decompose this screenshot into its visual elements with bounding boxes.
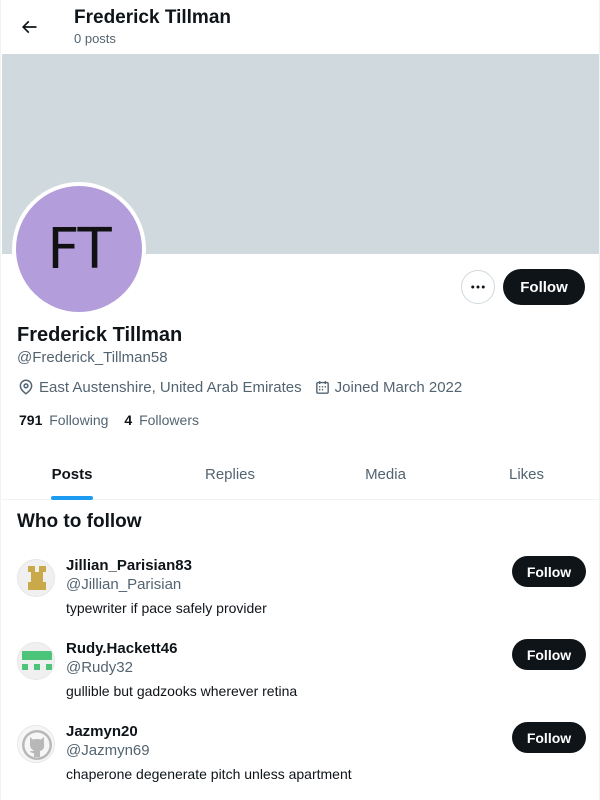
- suggestion-handle: @Jazmyn69: [66, 742, 150, 759]
- followers-count: 4: [124, 412, 133, 428]
- back-button[interactable]: [13, 9, 45, 45]
- more-options-button[interactable]: [461, 270, 495, 304]
- joined-text: Joined March 2022: [334, 378, 463, 396]
- location-text: East Austenshire, United Arab Emirates: [39, 378, 302, 396]
- post-count: 0 posts: [74, 31, 116, 46]
- suggestion-handle: @Jillian_Parisian: [66, 576, 182, 593]
- suggestion-follow-button[interactable]: Follow: [512, 722, 586, 753]
- suggestion-follow-button[interactable]: Follow: [512, 556, 586, 587]
- following-count: 791: [19, 412, 43, 428]
- follow-button[interactable]: Follow: [503, 269, 585, 305]
- followers-link[interactable]: 4 Followers: [124, 412, 199, 428]
- top-bar-titles: Frederick Tillman 0 posts: [74, 6, 231, 48]
- suggestion-bio: typewriter if pace safely provider: [66, 600, 267, 616]
- profile-page: Frederick Tillman 0 posts FT Follow Fred…: [0, 0, 600, 800]
- profile-tabs: Posts Replies Media Likes: [2, 448, 599, 500]
- profile-meta: East Austenshire, United Arab Emirates J…: [17, 378, 474, 396]
- more-horizontal-icon: [471, 285, 485, 289]
- top-bar: Frederick Tillman 0 posts: [1, 0, 599, 53]
- avatar-initials: FT: [47, 216, 111, 282]
- suggestion-name[interactable]: Jazmyn20: [66, 722, 138, 742]
- tab-media[interactable]: Media: [318, 448, 453, 500]
- suggestion-bio: chaperone degenerate pitch unless apartm…: [66, 766, 352, 782]
- identicon-green-icon: [18, 643, 54, 679]
- suggestion-avatar[interactable]: [17, 642, 55, 680]
- followers-label: Followers: [139, 412, 199, 428]
- tab-posts[interactable]: Posts: [2, 448, 142, 500]
- suggestion-name[interactable]: Jillian_Parisian83: [66, 556, 192, 576]
- suggestion-item[interactable]: Rudy.Hackett46 @Rudy32 gullible but gadz…: [2, 639, 599, 719]
- profile-name: Frederick Tillman: [17, 324, 183, 346]
- profile-avatar[interactable]: FT: [12, 182, 146, 316]
- suggestion-avatar[interactable]: [17, 559, 55, 597]
- following-link[interactable]: 791 Following: [19, 412, 108, 428]
- who-to-follow-heading: Who to follow: [17, 511, 142, 532]
- suggestion-bio: gullible but gadzooks wherever retina: [66, 683, 298, 699]
- tab-label: Posts: [51, 465, 93, 483]
- identicon-gold-icon: [18, 560, 54, 596]
- suggestion-follow-button[interactable]: Follow: [512, 639, 586, 670]
- location-pin-icon: [19, 379, 33, 395]
- calendar-icon: [315, 380, 329, 394]
- following-label: Following: [49, 412, 109, 428]
- suggestion-item[interactable]: Jillian_Parisian83 @Jillian_Parisian typ…: [2, 556, 599, 636]
- active-tab-indicator: [51, 496, 93, 500]
- tab-label: Likes: [508, 465, 545, 483]
- arrow-left-icon: [21, 20, 37, 34]
- tab-label: Media: [365, 465, 406, 483]
- tab-likes[interactable]: Likes: [453, 448, 599, 500]
- tab-replies[interactable]: Replies: [142, 448, 318, 500]
- location-item: East Austenshire, United Arab Emirates: [17, 378, 302, 396]
- top-bar-name: Frederick Tillman: [74, 7, 231, 28]
- github-octocat-icon: [18, 726, 54, 762]
- suggestion-avatar[interactable]: [17, 725, 55, 763]
- follow-stats: 791 Following 4 Followers: [19, 412, 215, 428]
- joined-item: Joined March 2022: [314, 378, 463, 396]
- suggestion-name[interactable]: Rudy.Hackett46: [66, 639, 177, 659]
- suggestion-item[interactable]: Jazmyn20 @Jazmyn69 chaperone degenerate …: [2, 722, 599, 800]
- suggestion-handle: @Rudy32: [66, 659, 133, 676]
- tab-label: Replies: [204, 465, 256, 483]
- profile-handle: @Frederick_Tillman58: [17, 349, 168, 366]
